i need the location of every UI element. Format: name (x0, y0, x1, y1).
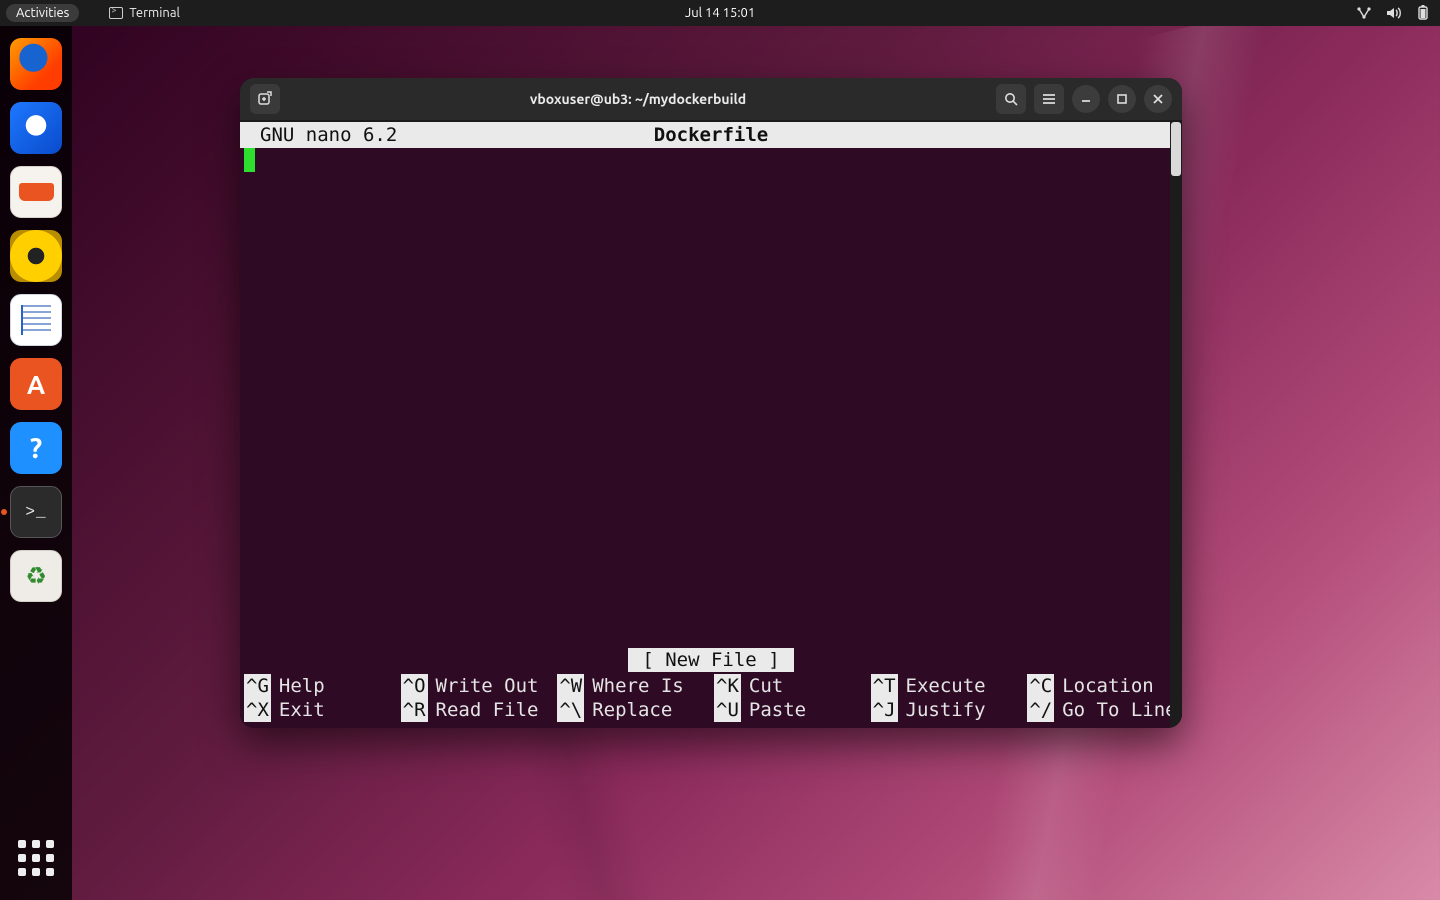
nano-shortcut: ^/ Go To Line (1027, 698, 1178, 722)
nano-file-name: Dockerfile (654, 123, 768, 147)
nano-shortcut-key: ^O (401, 674, 428, 698)
search-icon (1003, 91, 1019, 107)
nano-shortcut-label: Replace (592, 698, 672, 722)
terminal-titlebar[interactable]: vboxuser@ub3: ~/mydockerbuild (240, 78, 1182, 120)
nano-status-bar: [ New File ] (628, 648, 793, 672)
dock-firefox[interactable] (10, 38, 62, 90)
battery-icon (1416, 5, 1430, 21)
window-maximize-button[interactable] (1108, 85, 1136, 113)
nano-editor-name: GNU nano 6.2 (260, 123, 397, 147)
nano-shortcut-key: ^K (714, 674, 741, 698)
nano-shortcut-key: ^/ (1027, 698, 1054, 722)
system-status-area[interactable] (1356, 0, 1430, 26)
nano-shortcut-key: ^U (714, 698, 741, 722)
panel-clock[interactable]: Jul 14 15:01 (685, 6, 755, 20)
nano-shortcut-key: ^W (557, 674, 584, 698)
volume-icon (1386, 6, 1402, 20)
nano-shortcut-bar: ^G Help ^X Exit ^O Write Out ^R Read File ^W Wher… (240, 672, 1182, 728)
terminal-window: vboxuser@ub3: ~/mydockerbuild (240, 78, 1182, 728)
nano-shortcut-label: Paste (749, 698, 806, 722)
dock-files[interactable] (10, 166, 62, 218)
text-cursor (244, 148, 255, 172)
nano-shortcut-label: Go To Line (1062, 698, 1176, 722)
network-icon (1356, 6, 1372, 20)
nano-shortcut: ^\ Replace (557, 698, 708, 722)
nano-shortcut-label: Help (279, 674, 325, 698)
dock (0, 26, 72, 900)
nano-shortcut-key: ^T (871, 674, 898, 698)
nano-shortcut-label: Where Is (592, 674, 684, 698)
window-title: vboxuser@ub3: ~/mydockerbuild (288, 91, 988, 107)
active-app-indicator[interactable]: Terminal (109, 6, 180, 20)
nano-shortcut-label: Write Out (436, 674, 539, 698)
new-tab-button[interactable] (250, 84, 280, 114)
terminal-scrollbar[interactable] (1170, 122, 1182, 728)
window-close-button[interactable] (1144, 85, 1172, 113)
nano-shortcut: ^T Execute (871, 674, 1022, 698)
minimize-icon (1080, 93, 1092, 105)
nano-shortcut: ^K Cut (714, 674, 865, 698)
terminal-body[interactable]: GNU nano 6.2 Dockerfile [ New File ] ^G H… (240, 120, 1182, 728)
search-button[interactable] (996, 84, 1026, 114)
close-icon (1152, 93, 1164, 105)
nano-shortcut: ^W Where Is (557, 674, 708, 698)
nano-shortcut: ^U Paste (714, 698, 865, 722)
nano-shortcut-key: ^J (871, 698, 898, 722)
nano-shortcut-key: ^X (244, 698, 271, 722)
nano-editor-area[interactable] (240, 148, 1182, 648)
nano-shortcut: ^G Help (244, 674, 395, 698)
dock-rhythmbox[interactable] (10, 230, 62, 282)
hamburger-icon (1041, 91, 1057, 107)
terminal-icon (109, 7, 123, 19)
nano-shortcut-key: ^R (401, 698, 428, 722)
nano-shortcut: ^J Justify (871, 698, 1022, 722)
nano-shortcut-label: Location (1062, 674, 1154, 698)
nano-shortcut-key: ^\ (557, 698, 584, 722)
nano-shortcut-label: Exit (279, 698, 325, 722)
nano-shortcut-key: ^C (1027, 674, 1054, 698)
dock-libreoffice-writer[interactable] (10, 294, 62, 346)
dock-trash[interactable] (10, 550, 62, 602)
nano-shortcut: ^O Write Out (401, 674, 552, 698)
nano-header: GNU nano 6.2 Dockerfile (240, 122, 1182, 148)
dock-ubuntu-software[interactable] (10, 358, 62, 410)
activities-button[interactable]: Activities (6, 4, 79, 22)
dock-thunderbird[interactable] (10, 102, 62, 154)
nano-shortcut: ^R Read File (401, 698, 552, 722)
nano-shortcut-label: Read File (436, 698, 539, 722)
hamburger-menu-button[interactable] (1034, 84, 1064, 114)
show-applications-button[interactable] (10, 832, 62, 884)
nano-shortcut-key: ^G (244, 674, 271, 698)
active-app-name: Terminal (129, 6, 180, 20)
nano-shortcut-label: Cut (749, 674, 783, 698)
dock-terminal[interactable] (10, 486, 62, 538)
nano-shortcut-label: Justify (906, 698, 986, 722)
nano-shortcut-label: Execute (906, 674, 986, 698)
window-minimize-button[interactable] (1072, 85, 1100, 113)
nano-shortcut: ^C Location (1027, 674, 1178, 698)
nano-shortcut: ^X Exit (244, 698, 395, 722)
gnome-top-panel: Activities Terminal Jul 14 15:01 (0, 0, 1440, 26)
maximize-icon (1116, 93, 1128, 105)
dock-help[interactable] (10, 422, 62, 474)
